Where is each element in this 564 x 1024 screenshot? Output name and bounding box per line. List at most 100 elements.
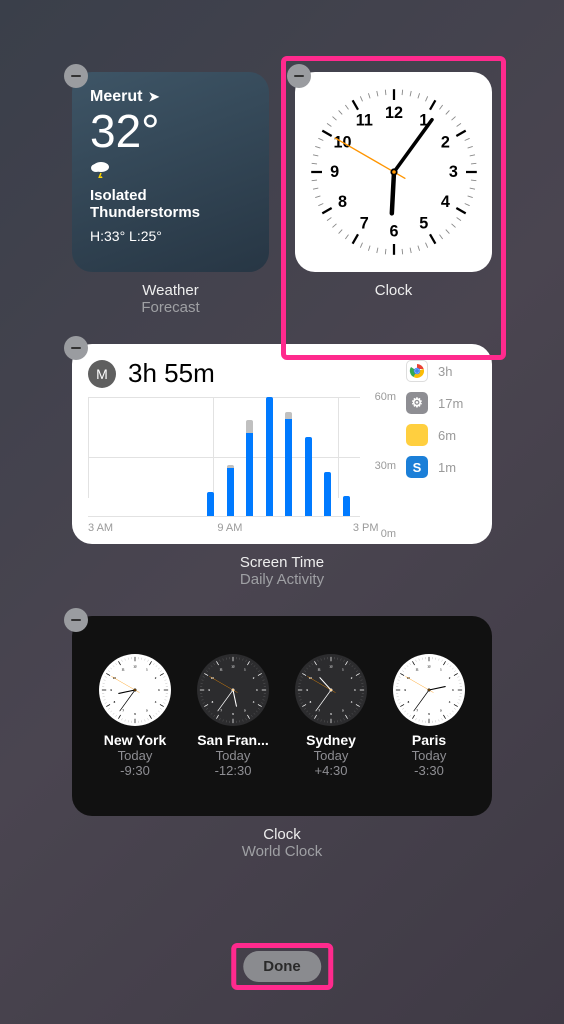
svg-text:4: 4 <box>351 700 353 704</box>
svg-text:1: 1 <box>244 668 246 672</box>
remove-worldclock-button[interactable] <box>64 608 88 632</box>
chart-bar <box>324 472 331 516</box>
chart-bar <box>246 421 253 516</box>
chart-bar <box>343 496 350 516</box>
svg-text:9: 9 <box>404 688 406 692</box>
weather-widget[interactable]: Meerut ➤ 32° Isolated Thunderstorms H:33… <box>72 72 269 272</box>
svg-text:12: 12 <box>133 664 137 668</box>
svg-text:2: 2 <box>449 676 451 680</box>
svg-text:11: 11 <box>355 112 372 130</box>
svg-text:2: 2 <box>351 676 353 680</box>
worldclock-city: 123456789101112 San Fran... Today -12:30 <box>197 654 269 778</box>
svg-text:12: 12 <box>231 664 235 668</box>
chart-bar <box>266 397 273 516</box>
screentime-widget[interactable]: M 3h 55m 60m 30m 0m 3 AM <box>72 344 492 544</box>
chart-bar <box>227 466 234 516</box>
worldclock-caption: Clock World Clock <box>72 826 492 860</box>
remove-weather-button[interactable] <box>64 64 88 88</box>
worldclock-city-day: Today <box>197 748 269 763</box>
worldclock-city-name: New York <box>99 732 171 748</box>
svg-text:11: 11 <box>318 668 321 672</box>
svg-text:9: 9 <box>208 688 210 692</box>
worldclock-city-day: Today <box>295 748 367 763</box>
svg-text:5: 5 <box>244 709 246 713</box>
clock-caption: Clock <box>295 282 492 299</box>
worldclock-city-day: Today <box>393 748 465 763</box>
svg-text:1: 1 <box>342 668 344 672</box>
chart-bar <box>285 413 292 516</box>
svg-text:12: 12 <box>329 664 333 668</box>
worldclock-city: 123456789101112 Paris Today -3:30 <box>393 654 465 778</box>
svg-text:7: 7 <box>416 709 418 713</box>
location-icon: ➤ <box>148 89 159 105</box>
svg-text:3: 3 <box>452 688 454 692</box>
weather-caption: Weather Forecast <box>72 282 269 316</box>
svg-text:2: 2 <box>155 676 157 680</box>
svg-text:8: 8 <box>338 193 347 211</box>
svg-text:3: 3 <box>158 688 160 692</box>
svg-text:6: 6 <box>134 712 136 716</box>
svg-text:2: 2 <box>253 676 255 680</box>
worldclock-widget[interactable]: 123456789101112 New York Today -9:301234… <box>72 616 492 816</box>
svg-text:11: 11 <box>220 668 223 672</box>
svg-text:4: 4 <box>155 700 157 704</box>
svg-text:12: 12 <box>384 104 402 122</box>
svg-text:5: 5 <box>419 215 428 233</box>
worldclock-city-day: Today <box>99 748 171 763</box>
svg-text:8: 8 <box>114 700 116 704</box>
worldclock-city-offset: -3:30 <box>393 763 465 778</box>
svg-text:2: 2 <box>440 133 449 151</box>
worldclock-city-name: Paris <box>393 732 465 748</box>
svg-text:6: 6 <box>389 223 398 241</box>
app-usage-time: 17m <box>438 396 463 411</box>
weather-condition: Isolated Thunderstorms <box>90 187 251 222</box>
svg-text:7: 7 <box>122 709 124 713</box>
svg-text:12: 12 <box>427 664 431 668</box>
worldclock-city-offset: -9:30 <box>99 763 171 778</box>
svg-text:11: 11 <box>122 668 125 672</box>
svg-text:3: 3 <box>354 688 356 692</box>
chart-bar <box>305 437 312 516</box>
app-usage-row: 3h <box>406 360 476 382</box>
chart-bar <box>207 492 214 516</box>
svg-text:9: 9 <box>330 163 339 181</box>
weather-condition-icon <box>90 160 251 183</box>
screentime-app-list: 3h⚙17m6mS1m <box>406 358 476 534</box>
remove-screentime-button[interactable] <box>64 336 88 360</box>
app-usage-time: 6m <box>438 428 456 443</box>
weather-widget-wrap: Meerut ➤ 32° Isolated Thunderstorms H:33… <box>72 72 269 316</box>
svg-text:5: 5 <box>342 709 344 713</box>
svg-text:8: 8 <box>212 700 214 704</box>
svg-text:6: 6 <box>428 712 430 716</box>
svg-text:7: 7 <box>318 709 320 713</box>
svg-text:3: 3 <box>256 688 258 692</box>
user-avatar: M <box>88 360 116 388</box>
svg-text:1: 1 <box>146 668 148 672</box>
svg-text:5: 5 <box>440 709 442 713</box>
svg-text:11: 11 <box>416 668 419 672</box>
svg-text:4: 4 <box>253 700 255 704</box>
svg-text:6: 6 <box>232 712 234 716</box>
weather-hilo: H:33° L:25° <box>90 228 251 244</box>
svg-text:3: 3 <box>448 163 457 181</box>
svg-text:6: 6 <box>330 712 332 716</box>
clock-widget-wrap: 123456789101112 Clock <box>295 72 492 316</box>
svg-text:7: 7 <box>359 215 368 233</box>
svg-text:9: 9 <box>306 688 308 692</box>
app-usage-time: 3h <box>438 364 452 379</box>
svg-text:9: 9 <box>110 688 112 692</box>
remove-clock-button[interactable] <box>287 64 311 88</box>
worldclock-city-offset: -12:30 <box>197 763 269 778</box>
analog-clock-face: 123456789101112 <box>304 82 484 262</box>
screentime-chart: 60m 30m 0m 3 AM 9 AM 3 PM <box>88 397 396 534</box>
worldclock-city-offset: +4:30 <box>295 763 367 778</box>
clock-widget[interactable]: 123456789101112 <box>295 72 492 272</box>
svg-text:8: 8 <box>408 700 410 704</box>
worldclock-city-name: Sydney <box>295 732 367 748</box>
app-usage-row: ⚙17m <box>406 392 476 414</box>
svg-text:8: 8 <box>310 700 312 704</box>
svg-text:1: 1 <box>440 668 442 672</box>
svg-text:4: 4 <box>440 193 449 211</box>
svg-text:5: 5 <box>146 709 148 713</box>
done-button[interactable]: Done <box>243 951 321 982</box>
